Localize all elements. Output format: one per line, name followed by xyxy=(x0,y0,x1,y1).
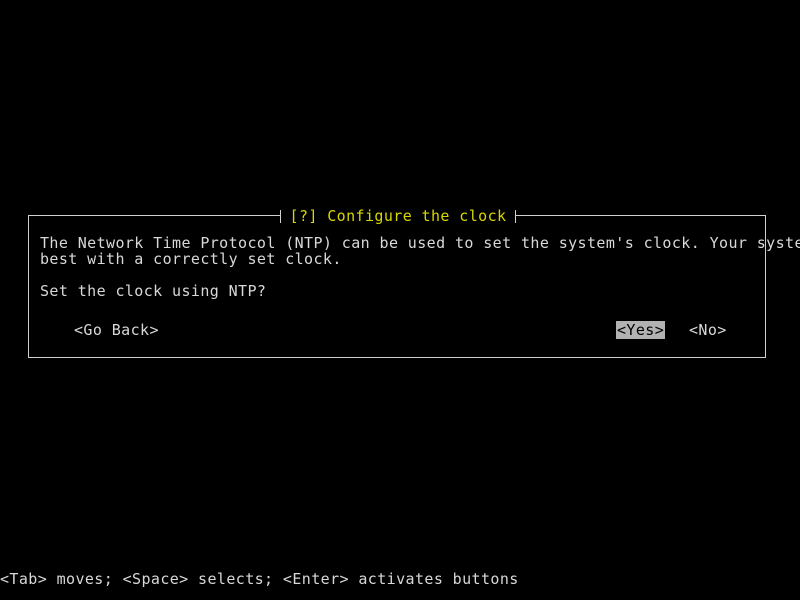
yes-button[interactable]: <Yes> xyxy=(616,321,666,339)
configure-clock-dialog: [?] Configure the clock The Network Time… xyxy=(28,208,800,358)
title-right-tick xyxy=(515,209,517,223)
description-line-2: best with a correctly set clock. xyxy=(40,250,342,268)
dialog-body: The Network Time Protocol (NTP) can be u… xyxy=(40,234,800,300)
keyboard-help-bar: <Tab> moves; <Space> selects; <Enter> ac… xyxy=(0,570,519,588)
title-left-tick xyxy=(279,209,281,223)
question-text: Set the clock using NTP? xyxy=(40,282,267,300)
console-screen: [?] Configure the clock The Network Time… xyxy=(0,0,800,600)
go-back-button[interactable]: <Go Back> xyxy=(73,321,160,339)
description-line-1: The Network Time Protocol (NTP) can be u… xyxy=(40,234,800,252)
dialog-title: [?] Configure the clock xyxy=(280,208,516,224)
dialog-titlebar: [?] Configure the clock xyxy=(29,207,767,225)
dialog-button-row: <Go Back> <Yes> <No> xyxy=(29,321,767,339)
no-button[interactable]: <No> xyxy=(688,321,728,339)
